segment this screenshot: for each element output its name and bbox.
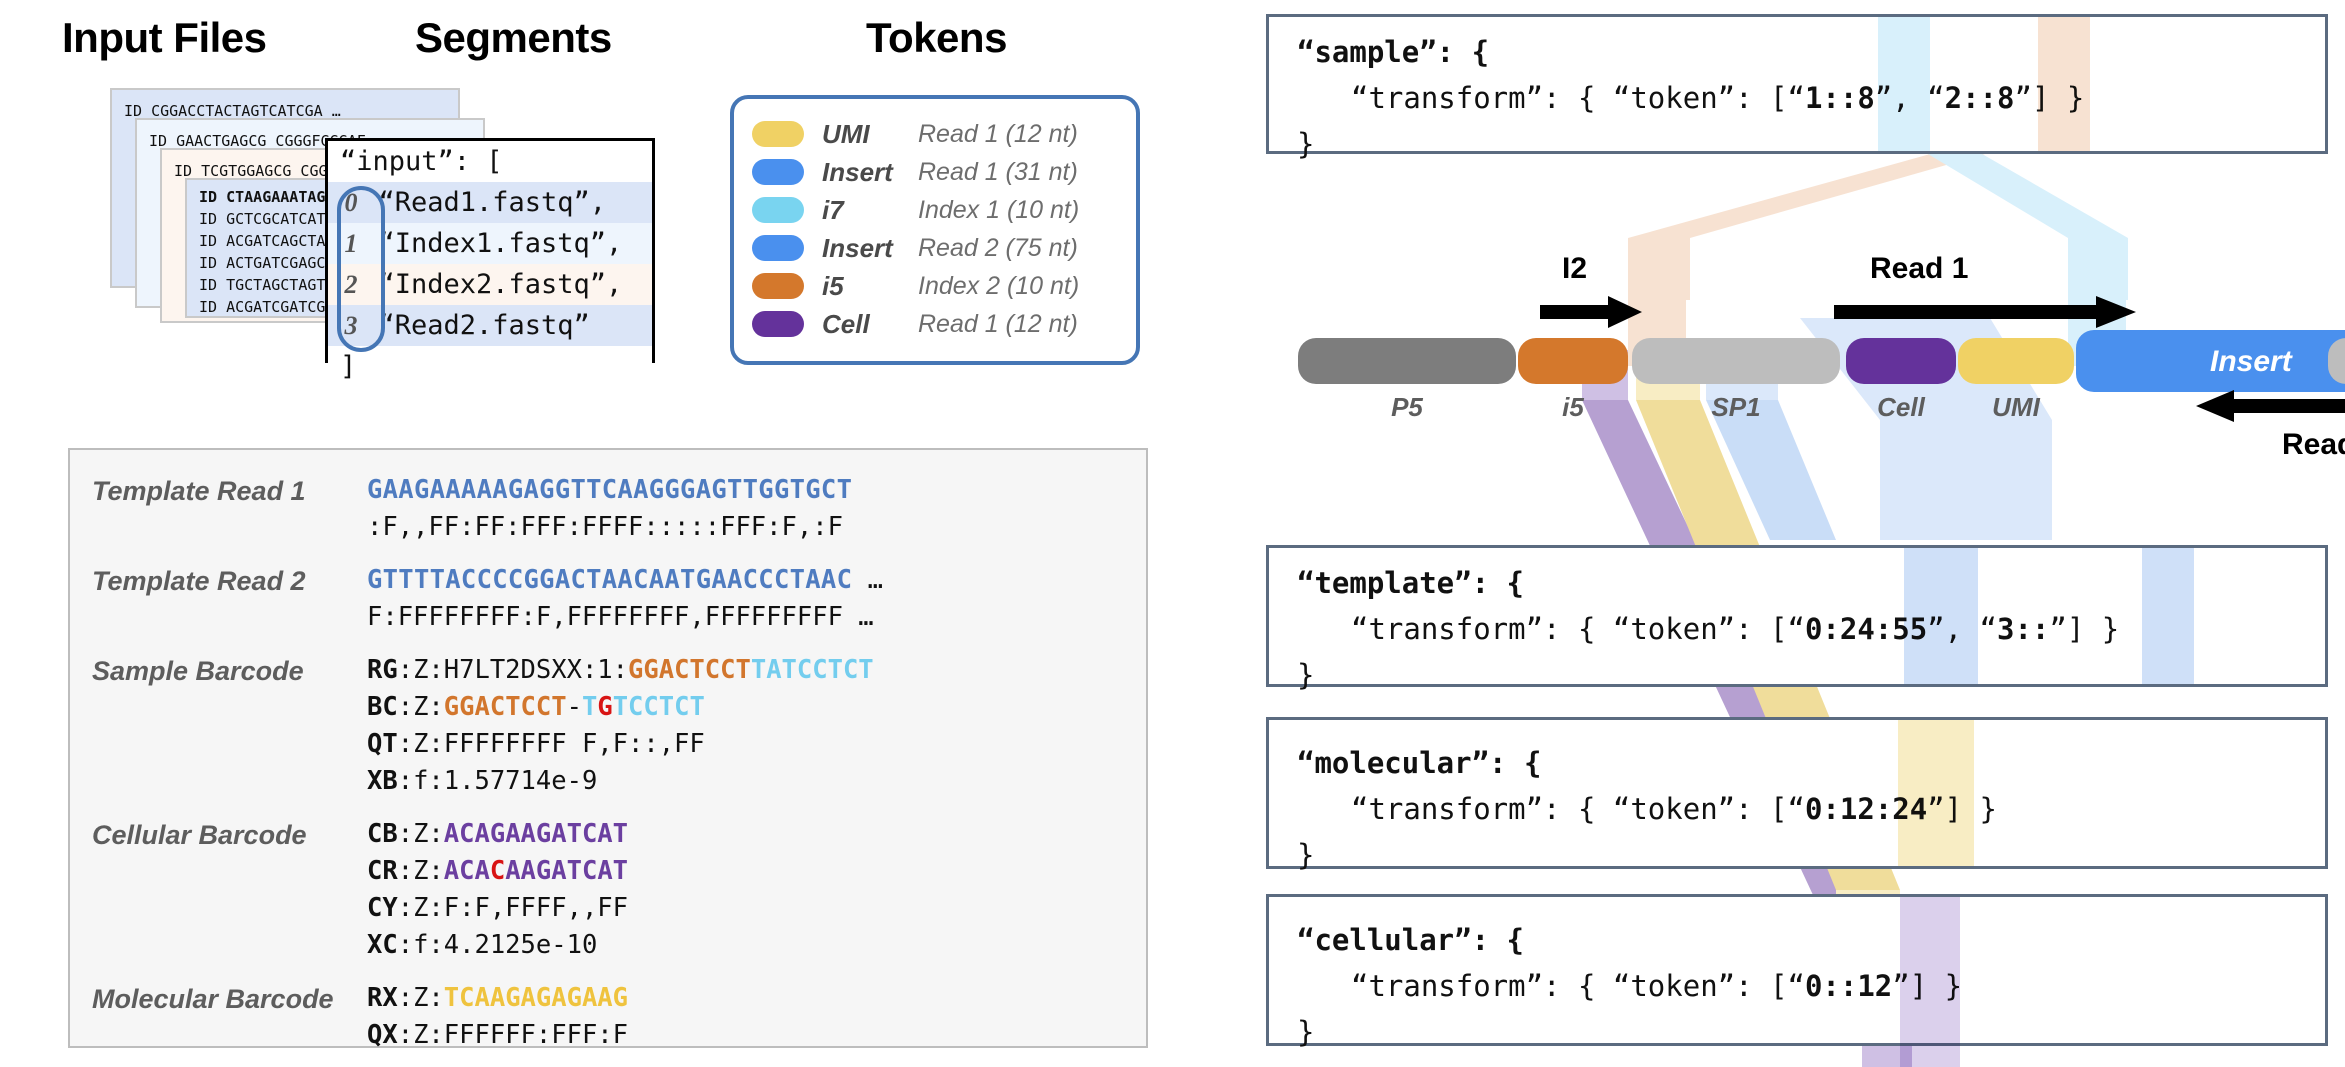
- segment-i5[interactable]: [1518, 338, 1628, 384]
- arrow-label-read1: Read 1: [1870, 252, 1969, 285]
- token-highlight-cellular: [1900, 897, 1960, 1067]
- json-line-close: }: [1297, 1015, 1315, 1049]
- segment-cell[interactable]: [1846, 338, 1956, 384]
- segment-insert-label: Insert: [2210, 345, 2292, 378]
- segment-label-i5: i5: [1562, 392, 1584, 422]
- arrow-read1-icon: [1834, 296, 2136, 328]
- token-highlight-molecular: [1898, 720, 1974, 866]
- segment-label-p5: P5: [1391, 392, 1423, 422]
- json-box-cellular: “cellular”: { “transform”: { “token”: [“…: [1266, 894, 2328, 1049]
- arrow-label-read2: Read 2: [2282, 428, 2345, 461]
- token-highlight-sample-2: [2038, 17, 2090, 151]
- json-line-close: }: [1297, 838, 1315, 872]
- arrow-i2-icon: [1540, 296, 1642, 328]
- token-highlight-sample-1: [1878, 17, 1930, 151]
- json-line-transform: “transform”: { “token”: [“1::8”, “2::8”]…: [1351, 81, 2084, 115]
- arrow-read2-icon: [2196, 390, 2345, 422]
- json-line-key: “sample”: {: [1297, 35, 1490, 69]
- token-highlight-template-1: [1904, 548, 1978, 684]
- segment-umi[interactable]: [1958, 338, 2074, 384]
- sequencing-library-diagram: Insert P5 i5 SP1 Cell UMI SP2 i7 P7 I2 R…: [1280, 246, 2345, 461]
- json-line-transform: “transform”: { “token”: [“0::12”] }: [1351, 969, 1962, 1003]
- json-box-molecular: “molecular”: { “transform”: { “token”: […: [1266, 717, 2328, 872]
- arrow-label-i2: I2: [1562, 252, 1588, 285]
- json-line-close: }: [1297, 127, 1315, 161]
- segment-label-cell: Cell: [1877, 392, 1925, 422]
- segment-label-sp1: SP1: [1711, 392, 1761, 422]
- json-box-sample: “sample”: { “transform”: { “token”: [“1:…: [1266, 14, 2328, 161]
- segment-label-umi: UMI: [1992, 392, 2040, 422]
- segment-sp1[interactable]: [1632, 338, 1840, 384]
- json-line-key: “cellular”: {: [1297, 923, 1524, 957]
- token-highlight-template-2: [2142, 548, 2194, 684]
- json-line-transform: “transform”: { “token”: [“0:12:24”] }: [1351, 792, 1998, 826]
- segment-p5[interactable]: [1298, 338, 1516, 384]
- json-line-key: “molecular”: {: [1297, 746, 1542, 780]
